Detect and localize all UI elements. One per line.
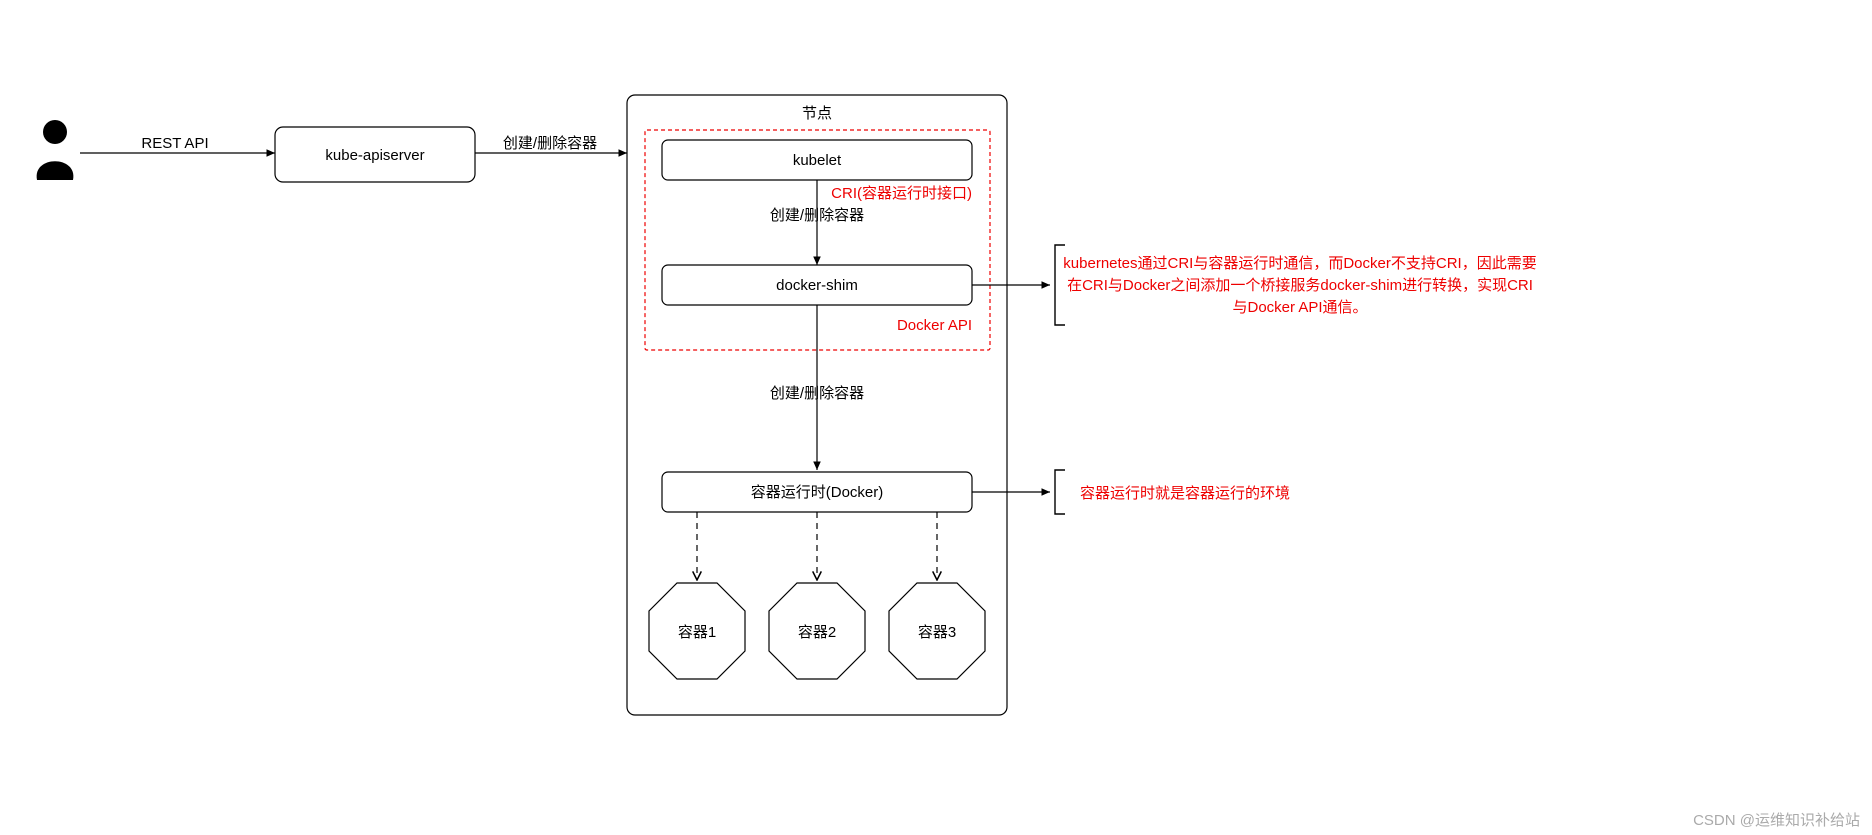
container-3: 容器3 — [889, 583, 985, 679]
text-runtime: 容器运行时(Docker) — [751, 484, 884, 501]
text-container-2: 容器2 — [798, 624, 836, 641]
note-shim-line1: kubernetes通过CRI与容器运行时通信，而Docker不支持CRI，因此… — [1063, 255, 1536, 272]
note-runtime: 容器运行时就是容器运行的环境 — [1080, 484, 1290, 502]
text-kube-apiserver: kube-apiserver — [325, 147, 424, 164]
text-kubelet: kubelet — [793, 152, 842, 169]
text-container-1: 容器1 — [678, 624, 716, 641]
label-docker-api: Docker API — [897, 317, 972, 334]
label-rest-api: REST API — [141, 135, 208, 152]
note-shim-line3: 与Docker API通信。 — [1232, 299, 1367, 316]
label-create-delete-1: 创建/删除容器 — [503, 135, 597, 152]
label-cri: CRI(容器运行时接口) — [831, 185, 972, 202]
watermark: CSDN @运维知识补给站 — [1693, 812, 1860, 829]
text-node-title: 节点 — [802, 105, 832, 122]
label-create-delete-2: 创建/删除容器 — [770, 207, 864, 224]
label-create-delete-3: 创建/删除容器 — [770, 385, 864, 402]
note-shim-line2: 在CRI与Docker之间添加一个桥接服务docker-shim进行转换，实现C… — [1067, 277, 1533, 294]
text-docker-shim: docker-shim — [776, 277, 858, 294]
architecture-diagram: REST API kube-apiserver 创建/删除容器 节点 kubel… — [0, 0, 1872, 835]
bracket-runtime-note — [1055, 470, 1065, 514]
user-icon — [37, 120, 74, 180]
container-1: 容器1 — [649, 583, 745, 679]
text-container-3: 容器3 — [918, 624, 956, 641]
container-2: 容器2 — [769, 583, 865, 679]
